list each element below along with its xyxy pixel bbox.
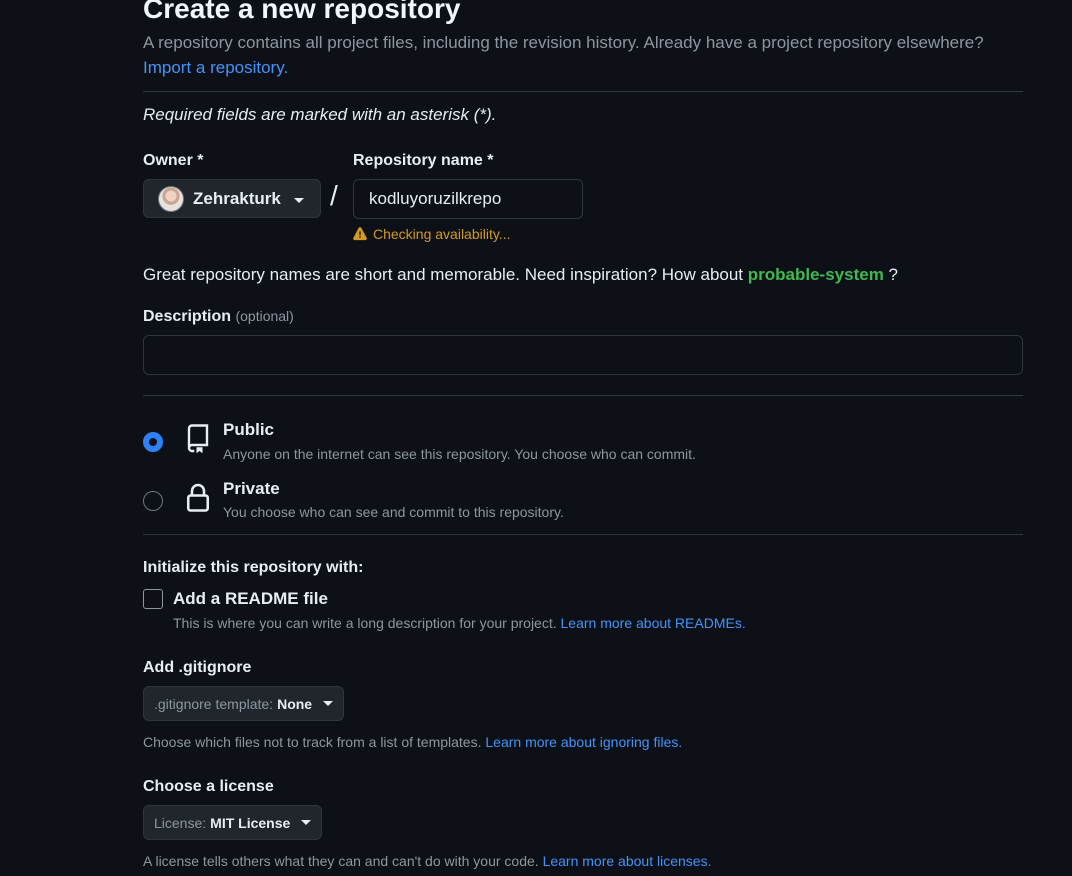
gitignore-learn-more-link[interactable]: Learn more about ignoring files. <box>485 734 682 750</box>
license-select-value: MIT License <box>210 814 291 831</box>
license-help: A license tells others what they can and… <box>143 853 711 869</box>
gitignore-heading: Add .gitignore <box>143 659 252 676</box>
page-subtitle: A repository contains all project files,… <box>143 33 984 52</box>
availability-text: Checking availability... <box>373 226 511 242</box>
license-dropdown[interactable]: License: MIT License <box>143 805 323 840</box>
import-repository-link[interactable]: Import a repository. <box>143 57 288 78</box>
license-learn-more-link[interactable]: Learn more about licenses. <box>543 853 712 869</box>
repo-name-label: Repository name * <box>353 152 494 169</box>
gitignore-select-value: None <box>277 695 313 712</box>
divider <box>143 91 1023 92</box>
inspiration-suffix: ? <box>888 265 899 284</box>
gitignore-template-dropdown[interactable]: .gitignore template: None <box>143 686 345 721</box>
description-input[interactable] <box>143 335 1023 375</box>
license-help-text: A license tells others what they can and… <box>143 853 539 869</box>
owner-repo-separator: / <box>330 180 338 211</box>
public-description: Anyone on the internet can see this repo… <box>223 446 696 462</box>
readme-label[interactable]: Add a README file <box>173 589 328 609</box>
readme-help-text: This is where you can write a long descr… <box>173 615 557 631</box>
private-description: You choose who can see and commit to thi… <box>223 504 564 520</box>
owner-label: Owner * <box>143 152 204 169</box>
suggested-name-link[interactable]: probable-system <box>748 265 884 284</box>
repo-name-input[interactable] <box>353 179 583 219</box>
avatar <box>158 185 184 212</box>
availability-status: Checking availability... <box>353 226 510 242</box>
triangle-down-icon <box>301 820 312 825</box>
divider <box>143 534 1023 535</box>
description-label-text: Description <box>143 308 232 325</box>
triangle-down-icon <box>294 198 304 203</box>
optional-tag: (optional) <box>235 308 294 324</box>
divider <box>143 395 1023 396</box>
public-title: Public <box>223 420 275 439</box>
description-label: Description (optional) <box>143 308 294 326</box>
readme-checkbox[interactable] <box>143 589 163 609</box>
repo-icon <box>187 424 209 454</box>
alert-icon <box>353 227 367 241</box>
gitignore-help-text: Choose which files not to track from a l… <box>143 734 482 750</box>
inspiration-text: Great repository names are short and mem… <box>143 265 898 285</box>
page-title: Create a new repository <box>143 0 461 24</box>
required-fields-note: Required fields are marked with an aster… <box>143 105 497 124</box>
readme-learn-more-link[interactable]: Learn more about READMEs. <box>561 615 746 631</box>
create-repo-page: Create a new repository A repository con… <box>0 0 1072 876</box>
readme-help: This is where you can write a long descr… <box>173 615 746 631</box>
owner-dropdown[interactable]: Zehrakturk <box>143 179 321 218</box>
gitignore-select-prefix: .gitignore template: <box>154 695 274 712</box>
license-heading: Choose a license <box>143 778 274 795</box>
lock-icon <box>186 483 210 512</box>
initialize-heading: Initialize this repository with: <box>143 559 364 576</box>
owner-name: Zehrakturk <box>193 188 281 208</box>
private-title: Private <box>223 479 280 498</box>
inspiration-prefix: Great repository names are short and mem… <box>143 265 744 284</box>
public-radio[interactable] <box>143 432 163 452</box>
license-select-prefix: License: <box>154 814 207 831</box>
gitignore-help: Choose which files not to track from a l… <box>143 734 682 750</box>
triangle-down-icon <box>323 701 334 706</box>
private-radio[interactable] <box>143 491 163 511</box>
